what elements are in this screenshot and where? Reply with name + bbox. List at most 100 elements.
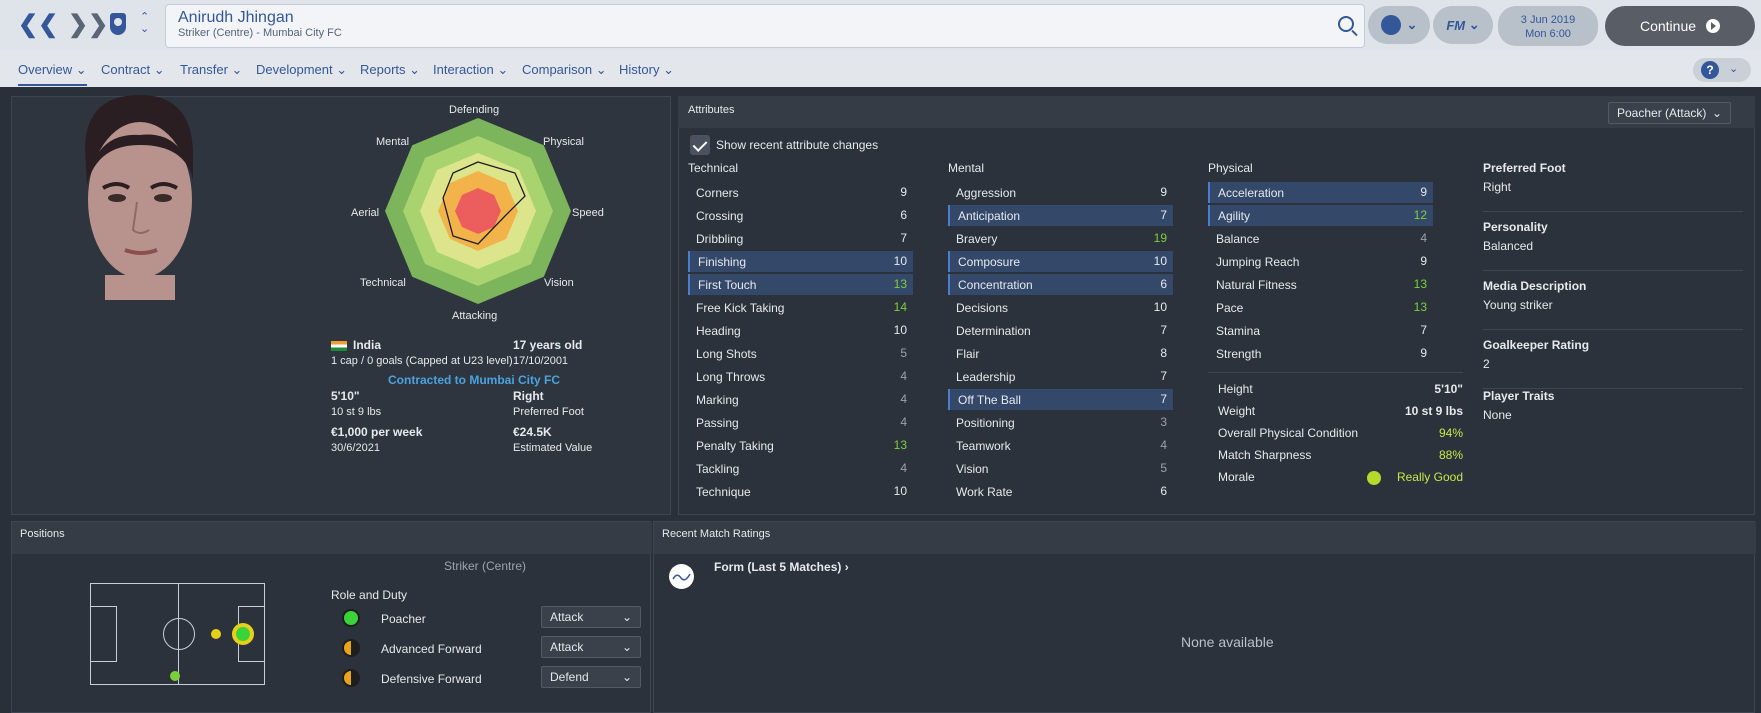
- technical-attribute-row[interactable]: Crossing 6: [688, 205, 913, 226]
- tab-comparison[interactable]: Comparison ⌄: [522, 62, 607, 78]
- mental-attribute-row[interactable]: Decisions 10: [948, 297, 1173, 318]
- attribute-value: 4: [1420, 231, 1427, 245]
- physical-attribute-row[interactable]: Jumping Reach 9: [1208, 251, 1433, 272]
- radar-label-speed: Speed: [572, 207, 604, 219]
- technical-attribute-row[interactable]: Marking 4: [688, 389, 913, 410]
- mental-attribute-row[interactable]: Composure 10: [948, 251, 1173, 272]
- role-suitability-icon: [342, 669, 360, 687]
- physical-heading: Physical: [1208, 161, 1253, 175]
- technical-attribute-row[interactable]: Long Throws 4: [688, 366, 913, 387]
- menu-bar: Overview ⌄ Contract ⌄ Transfer ⌄ Develop…: [0, 51, 1761, 87]
- mental-attribute-row[interactable]: Vision 5: [948, 458, 1173, 479]
- attribute-value: 14: [893, 300, 907, 314]
- attribute-value: 5: [1160, 461, 1167, 475]
- duty-select[interactable]: Attack ⌄: [541, 636, 641, 658]
- forward-icon[interactable]: ❯❯: [68, 10, 108, 39]
- tab-interaction[interactable]: Interaction ⌄: [433, 62, 508, 78]
- side-info-heading: Goalkeeper Rating: [1483, 338, 1590, 352]
- mental-attribute-row[interactable]: Leadership 7: [948, 366, 1173, 387]
- tab-label: Comparison: [522, 62, 593, 77]
- tab-development[interactable]: Development ⌄: [256, 62, 347, 78]
- foot-label: Preferred Foot: [513, 406, 584, 418]
- physical-stat-row: Morale Really Good: [1218, 470, 1463, 485]
- physical-attribute-row[interactable]: Balance 4: [1208, 228, 1433, 249]
- tab-reports[interactable]: Reports ⌄: [360, 62, 420, 78]
- stat-value: Really Good: [1396, 470, 1463, 484]
- back-icon[interactable]: ❮❮: [18, 10, 58, 39]
- physical-stat-row: Height 5'10": [1218, 382, 1463, 396]
- mental-attribute-row[interactable]: Off The Ball 7: [948, 389, 1173, 410]
- physical-attribute-row[interactable]: Strength 9: [1208, 343, 1433, 364]
- tab-contract[interactable]: Contract ⌄: [101, 62, 165, 78]
- mental-attribute-row[interactable]: Bravery 19: [948, 228, 1173, 249]
- attribute-name: Balance: [1216, 232, 1260, 246]
- technical-attribute-row[interactable]: Technique 10: [688, 481, 913, 502]
- mental-attribute-row[interactable]: Teamwork 4: [948, 435, 1173, 456]
- mental-attribute-row[interactable]: Determination 7: [948, 320, 1173, 341]
- technical-attribute-row[interactable]: First Touch 13: [688, 274, 913, 295]
- attribute-value: 8: [1160, 346, 1167, 360]
- tab-history[interactable]: History ⌄: [619, 62, 674, 78]
- duty-select[interactable]: Attack ⌄: [541, 606, 641, 628]
- technical-attribute-row[interactable]: Corners 9: [688, 182, 913, 203]
- attribute-value: 19: [1153, 231, 1167, 245]
- tab-overview[interactable]: Overview ⌄: [18, 62, 87, 86]
- show-changes-checkbox[interactable]: [690, 135, 710, 155]
- mental-attribute-row[interactable]: Flair 8: [948, 343, 1173, 364]
- date-button[interactable]: 3 Jun 2019 Mon 6:00: [1498, 6, 1598, 46]
- continue-button[interactable]: Continue: [1605, 6, 1755, 46]
- physical-attribute-row[interactable]: Acceleration 9: [1208, 182, 1433, 203]
- tab-transfer[interactable]: Transfer ⌄: [180, 62, 242, 78]
- physical-stat-row: Overall Physical Condition 94%: [1218, 426, 1463, 440]
- duty-select[interactable]: Defend ⌄: [541, 666, 641, 688]
- mental-attribute-row[interactable]: Concentration 6: [948, 274, 1173, 295]
- tab-label: History: [619, 62, 660, 77]
- positions-title: Positions: [20, 528, 65, 540]
- attribute-value: 9: [900, 185, 907, 199]
- technical-attribute-row[interactable]: Free Kick Taking 14: [688, 297, 913, 318]
- role-select[interactable]: Poacher (Attack) ⌄: [1608, 102, 1731, 124]
- fm-button[interactable]: FM ⌄: [1433, 6, 1493, 44]
- physical-attribute-row[interactable]: Natural Fitness 13: [1208, 274, 1433, 295]
- pitch-diagram: [90, 583, 265, 685]
- stat-label: Morale: [1218, 470, 1255, 484]
- technical-attribute-row[interactable]: Long Shots 5: [688, 343, 913, 364]
- physical-attribute-row[interactable]: Pace 13: [1208, 297, 1433, 318]
- attribute-name: Teamwork: [956, 439, 1011, 453]
- mental-attribute-row[interactable]: Work Rate 6: [948, 481, 1173, 502]
- attribute-value: 9: [1160, 185, 1167, 199]
- top-bar: ❮❮ ❯❯ ⌃ ⌄ Anirudh Jhingan Striker (Centre…: [0, 0, 1761, 51]
- search-icon[interactable]: [1338, 16, 1354, 32]
- contracted-link[interactable]: Contracted to Mumbai City FC: [388, 373, 560, 387]
- attribute-value: 7: [1420, 323, 1427, 337]
- technical-attribute-row[interactable]: Penalty Taking 13: [688, 435, 913, 456]
- up-down-icon[interactable]: ⌃ ⌄: [140, 11, 149, 35]
- tab-label: Contract: [101, 62, 151, 77]
- physical-attribute-row[interactable]: Stamina 7: [1208, 320, 1433, 341]
- side-info-block: Preferred Foot Right: [1483, 161, 1566, 194]
- attribute-value: 9: [1420, 185, 1427, 199]
- technical-attribute-row[interactable]: Heading 10: [688, 320, 913, 341]
- mental-attribute-row[interactable]: Anticipation 7: [948, 205, 1173, 226]
- mental-attribute-row[interactable]: Positioning 3: [948, 412, 1173, 433]
- technical-attribute-row[interactable]: Passing 4: [688, 412, 913, 433]
- club-crest-icon[interactable]: [110, 13, 126, 35]
- attribute-value: 10: [893, 323, 907, 337]
- world-button[interactable]: ⌄: [1368, 6, 1430, 44]
- attribute-value: 13: [893, 277, 907, 291]
- stat-value: 94%: [1438, 426, 1463, 440]
- physical-attribute-row[interactable]: Agility 12: [1208, 205, 1433, 226]
- attribute-value: 13: [1413, 277, 1427, 291]
- form-link[interactable]: Form (Last 5 Matches) ›: [714, 560, 849, 574]
- stat-label: Overall Physical Condition: [1218, 426, 1359, 440]
- nation[interactable]: India: [353, 338, 381, 352]
- form-label: Form (Last 5 Matches): [714, 560, 842, 574]
- help-button[interactable]: ? ⌄: [1693, 58, 1751, 82]
- mental-attribute-row[interactable]: Aggression 9: [948, 182, 1173, 203]
- side-info-block: Personality Balanced: [1483, 220, 1548, 253]
- technical-attribute-row[interactable]: Finishing 10: [688, 251, 913, 272]
- date: 3 Jun 2019: [1520, 14, 1576, 26]
- player-name[interactable]: Anirudh Jhingan: [178, 9, 294, 27]
- technical-attribute-row[interactable]: Tackling 4: [688, 458, 913, 479]
- technical-attribute-row[interactable]: Dribbling 7: [688, 228, 913, 249]
